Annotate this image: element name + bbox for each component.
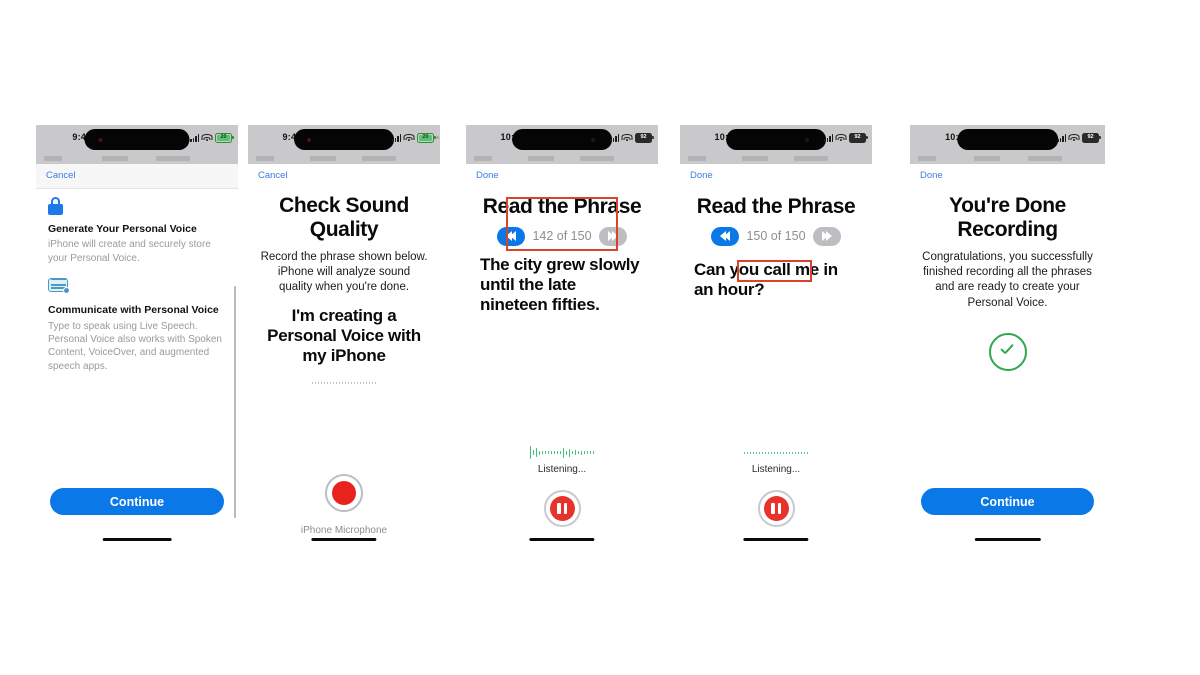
status-bar: 10:23 92 — [466, 125, 658, 155]
wifi-icon — [835, 134, 847, 142]
background-peek — [36, 155, 238, 164]
keyboard-icon — [48, 278, 226, 300]
wifi-icon — [1068, 134, 1080, 142]
battery-icon: 92 — [635, 133, 654, 143]
battery-icon: 92 — [849, 133, 868, 143]
wifi-icon — [201, 134, 213, 142]
record-button[interactable] — [325, 474, 363, 512]
page-title: Read the Phrase — [696, 195, 856, 218]
cellular-signal-icon — [610, 134, 619, 142]
waveform-quiet — [680, 444, 872, 461]
status-icons: 20 — [392, 133, 436, 143]
battery-icon: 20 — [215, 133, 234, 143]
sheet: Cancel Check Sound Quality Record the ph… — [248, 164, 440, 545]
sheet: Done You're Done Recording Congratulatio… — [910, 164, 1105, 545]
done-button[interactable]: Done — [920, 170, 943, 181]
home-indicator — [743, 537, 809, 541]
status-bar: 10:24 92 — [680, 125, 872, 155]
phone-panel-check-sound-quality: 9:48 20 Cancel Check Sound Quality Recor… — [248, 125, 440, 545]
listening-label: Listening... — [537, 464, 587, 475]
phone-panel-generate-personal-voice: 9:47 20 Cancel Generate Your Personal Vo… — [36, 125, 238, 545]
feature-body: iPhone will create and securely store yo… — [48, 239, 211, 264]
page-subtitle: Congratulations, you successfully finish… — [922, 251, 1093, 309]
nav-bar: Done — [910, 164, 1105, 188]
status-bar: 9:47 20 — [36, 125, 238, 155]
cancel-button[interactable]: Cancel — [46, 170, 76, 181]
feature-heading: Communicate with Personal Voice — [48, 304, 219, 317]
phone-panel-done-recording: 10:25 92 Done You're Done Recording Cong… — [910, 125, 1105, 545]
feature-item: Generate Your Personal Voice iPhone will… — [48, 197, 226, 265]
battery-icon: 92 — [1082, 133, 1101, 143]
phone-panel-read-phrase-150: 10:24 92 Done Read the Phrase 150 of 150… — [680, 125, 872, 545]
previous-phrase-button[interactable] — [711, 226, 740, 246]
check-circle-icon — [988, 332, 1027, 371]
feature-list: Generate Your Personal Voice iPhone will… — [36, 189, 238, 373]
done-button[interactable]: Done — [476, 170, 499, 181]
dynamic-island — [294, 129, 394, 150]
cellular-signal-icon — [824, 134, 833, 142]
dynamic-island — [956, 129, 1059, 150]
waveform-active — [466, 444, 658, 461]
status-bar: 10:25 92 — [910, 125, 1105, 155]
screenshot-stage: 9:47 20 Cancel Generate Your Personal Vo… — [0, 0, 1200, 675]
page-title: Check Sound Quality — [279, 194, 409, 241]
feature-item: Communicate with Personal Voice Type to … — [48, 278, 226, 373]
feature-body: Type to speak using Live Speech. Persona… — [48, 320, 222, 372]
cellular-signal-icon — [1057, 134, 1066, 142]
scrollbar[interactable] — [233, 286, 236, 518]
phrase-counter-row: 150 of 150 — [694, 226, 858, 246]
dynamic-island — [84, 129, 190, 150]
nav-bar: Done — [466, 164, 658, 188]
next-phrase-button[interactable] — [812, 226, 841, 246]
cancel-button[interactable]: Cancel — [258, 170, 288, 181]
cellular-signal-icon — [392, 134, 401, 142]
dynamic-island — [726, 129, 826, 150]
wifi-icon — [403, 134, 415, 142]
highlight-box-counter — [737, 260, 812, 282]
screen-edge-dot — [436, 136, 439, 139]
battery-icon: 20 — [417, 133, 436, 143]
background-peek — [910, 155, 1105, 164]
lock-icon — [48, 197, 226, 219]
status-icons: 92 — [824, 133, 868, 143]
background-peek — [680, 155, 872, 164]
dynamic-island — [512, 129, 612, 150]
feature-heading: Generate Your Personal Voice — [48, 223, 197, 235]
phrase-counter: 150 of 150 — [746, 229, 806, 244]
sheet: Done Read the Phrase 150 of 150 Can you … — [680, 164, 872, 545]
highlight-box-title — [506, 197, 618, 251]
pause-button[interactable] — [543, 490, 581, 527]
wifi-icon — [621, 134, 633, 142]
nav-bar: Done — [680, 164, 872, 188]
cellular-signal-icon — [190, 134, 199, 142]
continue-button[interactable]: Continue — [921, 488, 1094, 515]
practice-phrase: I'm creating a Personal Voice with my iP… — [267, 305, 421, 366]
status-icons: 92 — [1057, 133, 1101, 143]
waveform-idle — [248, 375, 440, 392]
nav-bar: Cancel — [36, 164, 238, 189]
home-indicator — [102, 537, 172, 541]
background-peek — [248, 155, 440, 164]
phone-panel-read-phrase-142: 10:23 92 Done Read the Phrase 142 of 150… — [466, 125, 658, 545]
sheet: Cancel Generate Your Personal Voice iPho… — [36, 164, 238, 545]
page-title: You're Done Recording — [949, 194, 1066, 241]
nav-bar: Cancel — [248, 164, 440, 188]
status-icons: 92 — [610, 133, 654, 143]
status-bar: 9:48 20 — [248, 125, 440, 155]
home-indicator — [529, 537, 595, 541]
home-indicator — [311, 537, 377, 541]
done-button[interactable]: Done — [690, 170, 713, 181]
page-subtitle: Record the phrase shown below. iPhone wi… — [260, 251, 428, 294]
microphone-label: iPhone Microphone — [300, 525, 388, 536]
status-icons: 20 — [190, 133, 234, 143]
continue-button[interactable]: Continue — [50, 488, 224, 515]
practice-phrase: The city grew slowly until the late nine… — [480, 254, 640, 315]
home-indicator — [974, 537, 1041, 541]
listening-label: Listening... — [751, 464, 801, 475]
pause-button[interactable] — [757, 490, 795, 527]
background-peek — [466, 155, 658, 164]
